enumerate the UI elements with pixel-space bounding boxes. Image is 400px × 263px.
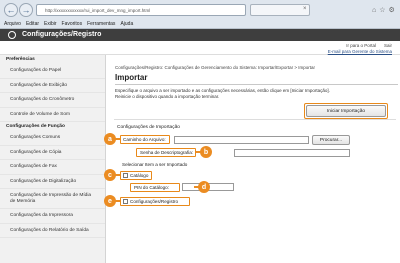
sidebar-item-volume[interactable]: Controle de Volume de Som: [0, 108, 105, 122]
browser-tab[interactable]: ×: [250, 4, 310, 16]
sidebar-heading-function: Configurações de Função: [6, 124, 65, 129]
settings-registration-checkbox[interactable]: [123, 199, 128, 205]
menu-editar[interactable]: Editar: [26, 20, 39, 29]
address-book-pin-highlight: PIN do Catálogo:: [130, 183, 180, 192]
page-description: Especifique o arquivo a ser importado e …: [115, 88, 330, 99]
sidebar-item-report[interactable]: Configurações do Relatório de Saída: [0, 224, 105, 238]
tab-close-icon[interactable]: ×: [303, 6, 307, 12]
browse-button[interactable]: Procurar...: [312, 135, 350, 145]
arrow-left-icon: ←: [6, 4, 16, 15]
browser-chrome: ← → http://xxxxxxxxxxxx/rui_import_dev_m…: [0, 0, 400, 29]
decrypt-password-highlight: Senha de Descriptografia:: [136, 148, 196, 157]
back-button[interactable]: ←: [4, 3, 18, 17]
page-title: Importar: [115, 73, 148, 82]
menu-exibir[interactable]: Exibir: [44, 20, 57, 29]
select-items-label: Selecionar Item a ser Importado: [122, 162, 188, 167]
sidebar-heading-preferences: Preferências: [6, 57, 35, 62]
sidebar-item-common[interactable]: Configurações Comuns: [0, 131, 105, 146]
mail-admin-link[interactable]: E-mail para Gerente do Sistema: [328, 49, 392, 54]
callout-d: d: [194, 181, 210, 193]
file-path-highlight: Caminho do Arquivo:: [120, 135, 170, 144]
logout-link[interactable]: Sair: [384, 43, 392, 48]
callout-e: e: [104, 195, 120, 207]
top-links: Ir para o Portal Sair: [346, 43, 392, 48]
nav-row: ← → http://xxxxxxxxxxxx/rui_import_dev_m…: [0, 1, 400, 19]
address-bar[interactable]: http://xxxxxxxxxxxx/rui_import_dev_mng_i…: [36, 4, 246, 16]
gear-icon: [8, 31, 16, 39]
callout-a: a: [104, 133, 120, 145]
url-text: http://xxxxxxxxxxxx/rui_import_dev_mng_i…: [45, 8, 151, 13]
sidebar-item-memory-media[interactable]: Configurações de Impressão de Mídia de M…: [0, 189, 105, 209]
app-header: Configurações/Registro: [0, 29, 400, 41]
address-book-label: Catálogo: [130, 173, 149, 178]
address-book-checkbox[interactable]: [123, 173, 128, 179]
sidebar-item-display[interactable]: Configurações de Exibição: [0, 79, 105, 93]
menu-bar: Arquivo Editar Exibir Favoritos Ferramen…: [0, 20, 400, 29]
callout-c: c: [104, 169, 120, 181]
file-path-label: Caminho do Arquivo:: [123, 137, 166, 142]
settings-registration-label: Configurações/Registro: [130, 199, 179, 204]
decrypt-password-input[interactable]: [234, 149, 350, 157]
app-title: Configurações/Registro: [22, 31, 102, 38]
sidebar: Preferências Configurações do Papel Conf…: [0, 55, 106, 263]
start-import-highlight: Iniciar Importação: [304, 103, 388, 119]
address-book-row: Catálogo: [123, 173, 149, 179]
import-settings-section: Configurações de Importação a Caminho do…: [104, 119, 396, 211]
arrow-right-icon: →: [21, 4, 31, 15]
breadcrumb: Configurações/Registro: Configurações de…: [115, 65, 315, 70]
sidebar-item-printer[interactable]: Configurações da Impressora: [0, 209, 105, 224]
sidebar-item-fax[interactable]: Configurações de Fax: [0, 160, 105, 175]
import-settings-label: Configurações de Importação: [117, 125, 180, 130]
main-content: Configurações/Registro: Configurações de…: [104, 55, 400, 263]
settings-registration-row: Configurações/Registro: [123, 199, 179, 205]
menu-ajuda[interactable]: Ajuda: [120, 20, 133, 29]
file-path-input[interactable]: [174, 136, 309, 144]
address-book-pin-label: PIN do Catálogo:: [134, 185, 169, 190]
sidebar-item-paper[interactable]: Configurações do Papel: [0, 64, 105, 79]
callout-b: b: [196, 146, 212, 158]
sidebar-item-timer[interactable]: Configurações do Cronômetro: [0, 93, 105, 108]
menu-arquivo[interactable]: Arquivo: [4, 20, 21, 29]
sidebar-item-copy[interactable]: Configurações de Cópia: [0, 146, 105, 160]
title-divider: [115, 84, 398, 85]
link-bar: Ir para o Portal Sair E-mail para Gerent…: [0, 41, 400, 55]
menu-favoritos[interactable]: Favoritos: [62, 20, 83, 29]
decrypt-password-label: Senha de Descriptografia:: [140, 150, 194, 155]
forward-button[interactable]: →: [19, 3, 33, 17]
portal-link[interactable]: Ir para o Portal: [346, 43, 376, 48]
settings-registration-highlight: Configurações/Registro: [120, 197, 190, 206]
address-book-highlight: Catálogo: [120, 171, 152, 180]
start-import-button[interactable]: Iniciar Importação: [306, 105, 386, 117]
sidebar-item-scan[interactable]: Configurações de Digitalização: [0, 175, 105, 189]
window-tools[interactable]: ⌂☆⚙: [372, 6, 398, 14]
menu-ferramentas[interactable]: Ferramentas: [87, 20, 115, 29]
